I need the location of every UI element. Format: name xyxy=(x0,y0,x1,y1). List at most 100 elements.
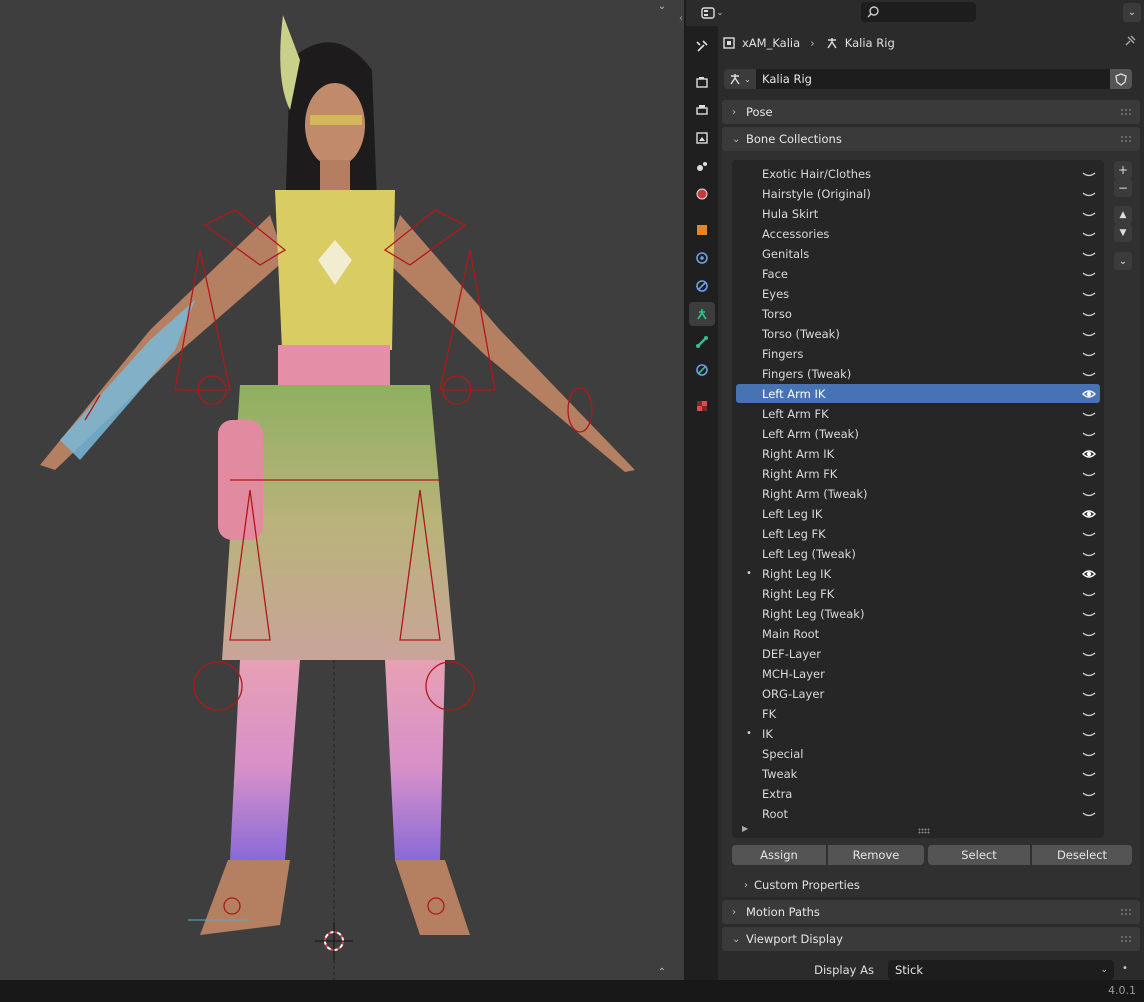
eye-closed-icon[interactable] xyxy=(1078,629,1100,639)
tab-output[interactable] xyxy=(689,98,715,122)
tab-texture[interactable] xyxy=(689,394,715,418)
eye-closed-icon[interactable] xyxy=(1078,189,1100,199)
bone-collection-row[interactable]: Left Arm (Tweak) xyxy=(736,424,1100,443)
keyframe-dot-icon[interactable]: • xyxy=(1122,963,1128,974)
bone-collection-row[interactable]: Right Leg FK xyxy=(736,584,1100,603)
search-input[interactable] xyxy=(879,5,959,19)
bone-collection-row[interactable]: Special xyxy=(736,744,1100,763)
bone-collection-row[interactable]: Right Leg (Tweak) xyxy=(736,604,1100,623)
eye-closed-icon[interactable] xyxy=(1078,369,1100,379)
eye-closed-icon[interactable] xyxy=(1078,749,1100,759)
panel-viewport-display-header[interactable]: ⌄ Viewport Display xyxy=(722,927,1140,951)
tab-scene[interactable] xyxy=(689,154,715,178)
panel-motion-paths-header[interactable]: › Motion Paths xyxy=(722,900,1140,924)
move-up-button[interactable]: ▲ xyxy=(1114,206,1132,224)
sidebar-toggle-icon[interactable]: ‹ xyxy=(674,12,684,26)
eye-closed-icon[interactable] xyxy=(1078,809,1100,819)
select-button[interactable]: Select xyxy=(928,845,1030,865)
remove-collection-button[interactable]: − xyxy=(1114,179,1132,197)
move-down-button[interactable]: ▼ xyxy=(1114,224,1132,242)
bone-collection-row[interactable]: Eyes xyxy=(736,284,1100,303)
deselect-button[interactable]: Deselect xyxy=(1032,845,1132,865)
eye-closed-icon[interactable] xyxy=(1078,709,1100,719)
datablock-name-field[interactable]: Kalia Rig xyxy=(756,69,1110,89)
bone-collection-row[interactable]: Extra xyxy=(736,784,1100,803)
bone-collection-row[interactable]: Left Arm FK xyxy=(736,404,1100,423)
tab-armature-data[interactable] xyxy=(689,302,715,326)
tab-render[interactable] xyxy=(689,70,715,94)
tab-bone[interactable] xyxy=(689,330,715,354)
bone-collection-row[interactable]: Fingers (Tweak) xyxy=(736,364,1100,383)
options-dropdown[interactable]: ⌄ xyxy=(1123,3,1141,22)
add-collection-button[interactable]: + xyxy=(1114,161,1132,179)
bone-collection-row[interactable]: Hula Skirt xyxy=(736,204,1100,223)
bone-collections-list[interactable]: Exotic Hair/Clothes Hairstyle (Original) H… xyxy=(732,160,1104,838)
bone-collection-row[interactable]: Main Root xyxy=(736,624,1100,643)
tab-object[interactable] xyxy=(689,218,715,242)
bone-collection-row[interactable]: Left Leg (Tweak) xyxy=(736,544,1100,563)
eye-closed-icon[interactable] xyxy=(1078,429,1100,439)
bone-collection-row[interactable]: Fingers xyxy=(736,344,1100,363)
bone-collection-row[interactable]: Right Arm FK xyxy=(736,464,1100,483)
eye-closed-icon[interactable] xyxy=(1078,669,1100,679)
drag-grip-icon[interactable] xyxy=(1120,108,1132,116)
bone-collection-row[interactable]: Face xyxy=(736,264,1100,283)
eye-closed-icon[interactable] xyxy=(1078,769,1100,779)
drag-grip-icon[interactable] xyxy=(1120,935,1132,943)
armature-datablock[interactable]: ⌄ Kalia Rig xyxy=(724,69,1132,89)
tab-tool[interactable] xyxy=(689,34,715,58)
bone-collection-row[interactable]: ORG-Layer xyxy=(736,684,1100,703)
drag-grip-icon[interactable] xyxy=(1120,908,1132,916)
subpanel-custom-properties[interactable]: › Custom Properties xyxy=(744,878,860,892)
pin-icon[interactable] xyxy=(1124,35,1136,50)
eye-closed-icon[interactable] xyxy=(1078,349,1100,359)
list-resize-grip[interactable] xyxy=(918,828,930,834)
tab-world[interactable] xyxy=(689,182,715,206)
tab-modifiers[interactable] xyxy=(689,246,715,270)
bone-collection-row[interactable]: Torso xyxy=(736,304,1100,323)
specials-menu-button[interactable]: ⌄ xyxy=(1114,252,1132,270)
eye-closed-icon[interactable] xyxy=(1078,789,1100,799)
display-as-select[interactable]: Stick ⌄ xyxy=(888,960,1114,980)
bone-collection-row[interactable]: Left Leg FK xyxy=(736,524,1100,543)
editor-type-button[interactable]: ⌄ xyxy=(698,3,726,22)
datablock-browse-button[interactable]: ⌄ xyxy=(724,69,756,89)
remove-button[interactable]: Remove xyxy=(828,845,924,865)
eye-closed-icon[interactable] xyxy=(1078,469,1100,479)
eye-closed-icon[interactable] xyxy=(1078,229,1100,239)
eye-closed-icon[interactable] xyxy=(1078,549,1100,559)
eye-closed-icon[interactable] xyxy=(1078,689,1100,699)
eye-closed-icon[interactable] xyxy=(1078,529,1100,539)
bone-collection-row[interactable]: Left Arm IK xyxy=(736,384,1100,403)
bone-collection-row[interactable]: • IK xyxy=(736,724,1100,743)
eye-open-icon[interactable] xyxy=(1078,569,1100,579)
bone-collection-row[interactable]: • Right Leg IK xyxy=(736,564,1100,583)
eye-closed-icon[interactable] xyxy=(1078,309,1100,319)
eye-closed-icon[interactable] xyxy=(1078,209,1100,219)
bone-collection-row[interactable]: Right Arm (Tweak) xyxy=(736,484,1100,503)
assign-button[interactable]: Assign xyxy=(732,845,826,865)
eye-closed-icon[interactable] xyxy=(1078,589,1100,599)
bone-collection-row[interactable]: FK xyxy=(736,704,1100,723)
bone-collection-row[interactable]: Accessories xyxy=(736,224,1100,243)
tab-constraints[interactable] xyxy=(689,274,715,298)
bone-collection-row[interactable]: DEF-Layer xyxy=(736,644,1100,663)
bone-collection-row[interactable]: Genitals xyxy=(736,244,1100,263)
fake-user-shield-icon[interactable] xyxy=(1110,69,1132,89)
search-field[interactable] xyxy=(861,2,976,22)
bone-collection-row[interactable]: Root xyxy=(736,804,1100,823)
eye-open-icon[interactable] xyxy=(1078,389,1100,399)
chevron-up-icon[interactable]: ⌃ xyxy=(655,966,669,980)
eye-closed-icon[interactable] xyxy=(1078,249,1100,259)
eye-closed-icon[interactable] xyxy=(1078,649,1100,659)
list-filter-toggle-icon[interactable]: ▶ xyxy=(742,824,748,833)
eye-closed-icon[interactable] xyxy=(1078,489,1100,499)
eye-closed-icon[interactable] xyxy=(1078,329,1100,339)
3d-viewport[interactable]: ⌄ ⌃ ‹ xyxy=(0,0,684,980)
eye-closed-icon[interactable] xyxy=(1078,169,1100,179)
tab-bone-constraints[interactable] xyxy=(689,358,715,382)
eye-closed-icon[interactable] xyxy=(1078,729,1100,739)
panel-pose-header[interactable]: › Pose xyxy=(722,100,1140,124)
eye-closed-icon[interactable] xyxy=(1078,409,1100,419)
tab-view-layer[interactable] xyxy=(689,126,715,150)
